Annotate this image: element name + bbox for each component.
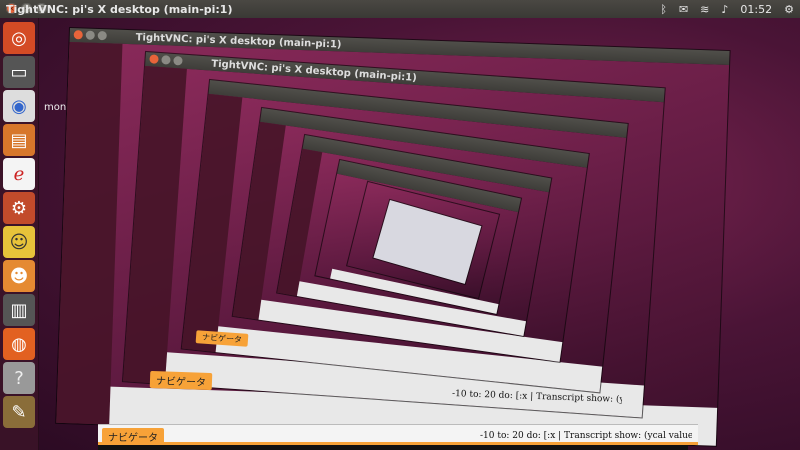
chromium-icon[interactable]: ◉ bbox=[3, 90, 35, 122]
text-editor-icon[interactable]: ℯ bbox=[3, 158, 35, 190]
maximize-icon[interactable] bbox=[97, 30, 107, 41]
bluetooth-icon[interactable]: ᛒ bbox=[660, 3, 667, 16]
desktop-label: mon bbox=[44, 102, 67, 113]
scratch-icon[interactable]: ☻ bbox=[3, 260, 35, 292]
system-tray: ᛒ ✉ ≋ ♪ 01:52 ⚙ bbox=[660, 0, 794, 18]
gear-icon[interactable]: ⚙ bbox=[784, 3, 794, 16]
close-icon[interactable] bbox=[149, 54, 159, 64]
navigator-tab-mirror[interactable]: ナビゲータ bbox=[149, 370, 213, 391]
minimize-icon[interactable] bbox=[161, 55, 171, 65]
volume-icon[interactable]: ♪ bbox=[721, 3, 728, 16]
transcript-text: -10 to: 20 do: [:x | Transcript show: (y… bbox=[480, 431, 692, 441]
generic-app-icon[interactable]: ▥ bbox=[3, 294, 35, 326]
help-icon[interactable]: ? bbox=[3, 362, 35, 394]
files-icon[interactable]: ▤ bbox=[3, 124, 35, 156]
firefox-icon[interactable]: ◍ bbox=[3, 328, 35, 360]
maximize-icon[interactable] bbox=[173, 55, 183, 66]
top-panel: × – □ TightVNC: pi's X desktop (main-pi:… bbox=[0, 0, 800, 18]
minimize-icon[interactable] bbox=[85, 30, 95, 40]
mail-icon[interactable]: ✉ bbox=[679, 3, 688, 16]
inner-launcher bbox=[56, 41, 123, 425]
clock[interactable]: 01:52 bbox=[740, 3, 772, 16]
close-icon[interactable] bbox=[73, 30, 83, 40]
window-title: TightVNC: pi's X desktop (main-pi:1) bbox=[6, 2, 233, 16]
monitor-icon[interactable]: ▭ bbox=[3, 56, 35, 88]
outer-squeak-bottom bbox=[98, 445, 688, 450]
wifi-icon[interactable]: ≋ bbox=[700, 3, 709, 16]
launcher: ◎ ▭ ◉ ▤ ℯ ⚙ ☺ ☻ ▥ ◍ ? ✎ bbox=[0, 18, 39, 450]
gimp-icon[interactable]: ✎ bbox=[3, 396, 35, 428]
navigator-tab[interactable]: ナビゲータ bbox=[102, 428, 164, 445]
ubuntu-home-icon[interactable]: ◎ bbox=[3, 22, 35, 54]
system-settings-icon[interactable]: ⚙ bbox=[3, 192, 35, 224]
emoji-app-icon[interactable]: ☺ bbox=[3, 226, 35, 258]
